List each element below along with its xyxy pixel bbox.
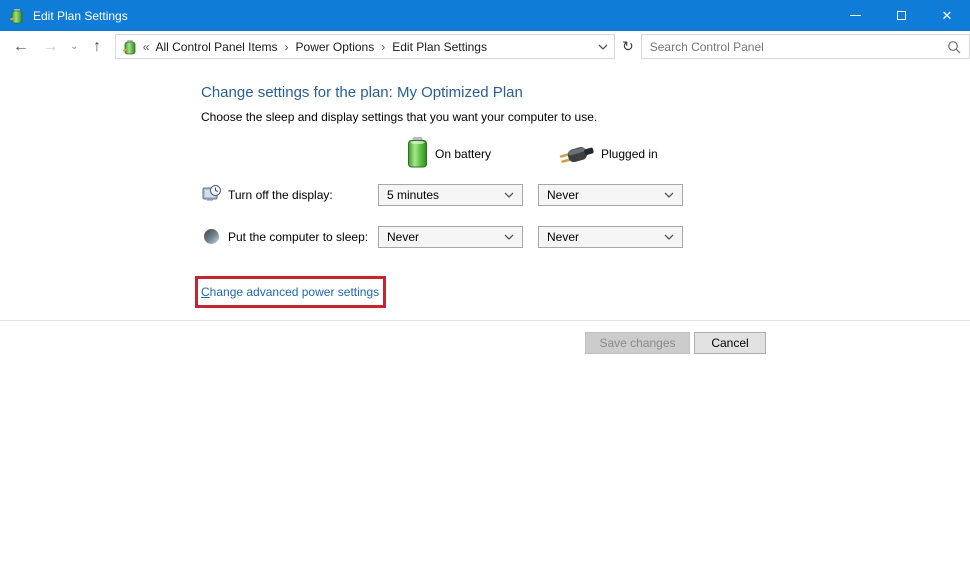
power-options-breadcrumb-icon bbox=[122, 39, 138, 55]
selected-value: Never bbox=[547, 188, 579, 202]
chevron-down-icon bbox=[664, 234, 674, 240]
cancel-button[interactable]: Cancel bbox=[694, 332, 766, 354]
page-title: Change settings for the plan: My Optimiz… bbox=[201, 84, 523, 101]
sleep-icon bbox=[203, 228, 220, 245]
maximize-button[interactable] bbox=[878, 0, 924, 31]
search-input[interactable] bbox=[650, 40, 947, 54]
navigation-bar: ← → ⌄ ↑ « All Control Panel Items › Powe… bbox=[0, 31, 970, 62]
breadcrumb-all-control-panel-items[interactable]: All Control Panel Items bbox=[155, 40, 277, 54]
turn-off-display-plugged-in-select[interactable]: Never bbox=[538, 184, 683, 206]
breadcrumb-collapse-chevron[interactable]: « bbox=[143, 40, 150, 54]
turn-off-display-label: Turn off the display: bbox=[228, 188, 333, 202]
breadcrumb-separator-icon[interactable]: › bbox=[374, 40, 392, 54]
page-description: Choose the sleep and display settings th… bbox=[201, 110, 597, 124]
put-computer-to-sleep-label: Put the computer to sleep: bbox=[228, 230, 368, 244]
close-button[interactable]: ✕ bbox=[924, 0, 970, 31]
breadcrumb-edit-plan-settings[interactable]: Edit Plan Settings bbox=[392, 40, 487, 54]
change-advanced-power-settings-link[interactable]: Change advanced power settings bbox=[201, 285, 379, 299]
window-title: Edit Plan Settings bbox=[33, 9, 128, 23]
forward-button[interactable]: → bbox=[36, 39, 66, 55]
plugged-in-column-header: Plugged in bbox=[601, 147, 658, 161]
minimize-button[interactable] bbox=[832, 0, 878, 31]
selected-value: 5 minutes bbox=[387, 188, 439, 202]
address-dropdown-chevron-icon[interactable] bbox=[598, 44, 608, 50]
footer-divider bbox=[0, 320, 970, 321]
recent-pages-dropdown[interactable]: ⌄ bbox=[65, 42, 83, 52]
close-icon: ✕ bbox=[942, 9, 953, 22]
turn-off-display-on-battery-select[interactable]: 5 minutes bbox=[378, 184, 523, 206]
address-bar[interactable]: « All Control Panel Items › Power Option… bbox=[115, 34, 615, 59]
save-changes-button[interactable]: Save changes bbox=[585, 332, 690, 354]
display-icon bbox=[202, 184, 222, 204]
on-battery-column-header: On battery bbox=[435, 147, 491, 161]
plugged-in-icon bbox=[556, 143, 596, 167]
search-icon[interactable] bbox=[947, 40, 961, 54]
breadcrumb-separator-icon[interactable]: › bbox=[278, 40, 296, 54]
selected-value: Never bbox=[387, 230, 419, 244]
sleep-on-battery-select[interactable]: Never bbox=[378, 226, 523, 248]
search-box bbox=[641, 34, 970, 59]
chevron-down-icon bbox=[504, 192, 514, 198]
title-bar: Edit Plan Settings ✕ bbox=[0, 0, 970, 31]
refresh-button[interactable]: ↻ bbox=[615, 38, 641, 55]
minimize-icon bbox=[850, 15, 861, 16]
maximize-icon bbox=[897, 11, 906, 20]
sleep-plugged-in-select[interactable]: Never bbox=[538, 226, 683, 248]
chevron-down-icon bbox=[504, 234, 514, 240]
selected-value: Never bbox=[547, 230, 579, 244]
breadcrumb-power-options[interactable]: Power Options bbox=[296, 40, 375, 54]
on-battery-icon bbox=[407, 137, 428, 168]
edit-plan-settings-window: Edit Plan Settings ✕ ← → ⌄ ↑ « All Contr… bbox=[0, 0, 970, 579]
power-options-icon bbox=[9, 8, 25, 24]
back-button[interactable]: ← bbox=[6, 39, 36, 55]
up-button[interactable]: ↑ bbox=[83, 39, 111, 55]
chevron-down-icon bbox=[664, 192, 674, 198]
